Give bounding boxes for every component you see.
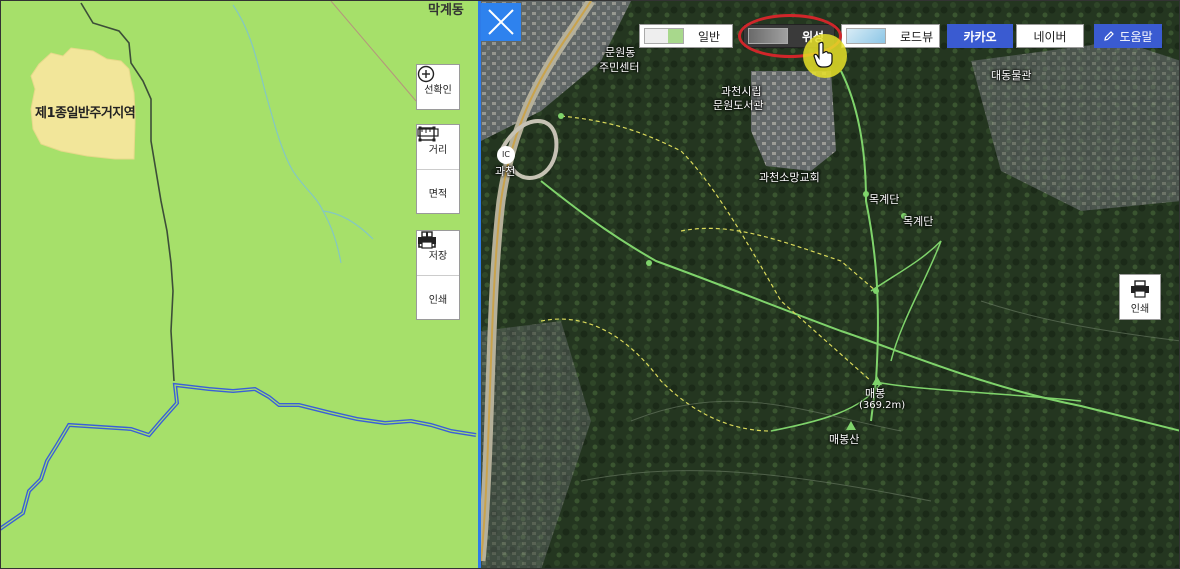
area-button-label: 면적: [428, 189, 448, 200]
river-stream: [232, 4, 374, 264]
label-maebong: 매봉: [865, 387, 886, 400]
label-library-2: 문원도서관: [713, 99, 764, 112]
place-label-makgye: 막계동: [428, 3, 464, 18]
boundary-line-blue-inner: [1, 384, 477, 529]
map-type-normal[interactable]: 일반: [639, 24, 733, 48]
zoning-map[interactable]: 제1종일반주거지역 막계동 선확인 거리 면적 저장 인쇄: [1, 1, 478, 568]
area-button[interactable]: 면적: [417, 126, 459, 213]
label-gwacheon: 과천: [495, 165, 516, 178]
provider-kakao-button[interactable]: 카카오: [947, 24, 1013, 48]
label-munwon-1: 문원동: [605, 46, 636, 59]
zoning-map-canvas: [1, 1, 477, 531]
measure-tool-group: 거리 면적: [416, 124, 460, 214]
output-tool-group: 저장 인쇄: [416, 230, 460, 320]
label-mokgyedan-2: 목계단: [903, 215, 934, 228]
plus-circle-icon: [417, 65, 435, 83]
map-type-normal-label: 일반: [698, 29, 721, 44]
square-area-icon: [418, 126, 436, 142]
map-viewer-window: 제1종일반주거지역 막계동 선확인 거리 면적 저장 인쇄 문원동 주민센터 과…: [0, 0, 1180, 569]
boundary-line-blue: [1, 382, 477, 531]
print-button-left-label: 인쇄: [428, 295, 448, 306]
urban-area-munwon: [751, 71, 836, 171]
label-maebongsan: 매봉산: [829, 433, 860, 446]
printer-icon: [1131, 279, 1149, 298]
select-tool-group: 선확인: [416, 64, 460, 110]
hand-cursor-icon: [813, 41, 833, 68]
road-line: [330, 1, 417, 102]
label-munwon-2: 주민센터: [599, 61, 640, 74]
printer-icon: [418, 231, 436, 249]
label-maebong-height: (369.2m): [859, 400, 906, 411]
satellite-map-canvas: [481, 1, 1179, 568]
label-daedong: 대동물관: [991, 69, 1032, 82]
map-type-roadview[interactable]: 로드뷰: [841, 24, 940, 48]
select-button[interactable]: 선확인: [417, 65, 459, 109]
pencil-icon: [1104, 31, 1115, 41]
provider-naver-button[interactable]: 네이버: [1016, 24, 1084, 48]
label-church: 과천소망교회: [759, 171, 820, 184]
label-mokgyedan-1: 목계단: [869, 193, 900, 206]
ic-badge: IC: [497, 146, 515, 164]
close-icon: [488, 9, 514, 35]
print-button-right-label: 인쇄: [1130, 303, 1150, 315]
zone-type-label: 제1종일반주거지역: [35, 106, 136, 121]
normal-map-thumb: [644, 28, 684, 44]
map-type-roadview-label: 로드뷰: [900, 29, 934, 44]
help-button[interactable]: 도움말: [1094, 24, 1162, 48]
help-button-label: 도움말: [1119, 29, 1153, 44]
print-button-left[interactable]: 인쇄: [417, 231, 459, 319]
close-split-button[interactable]: [481, 3, 521, 41]
print-button-right[interactable]: 인쇄: [1119, 274, 1161, 320]
satellite-map[interactable]: 문원동 주민센터 과천시립 문원도서관 IC 과천 과천소망교회 목계단 목계단…: [481, 1, 1179, 568]
roadview-thumb: [846, 28, 886, 44]
